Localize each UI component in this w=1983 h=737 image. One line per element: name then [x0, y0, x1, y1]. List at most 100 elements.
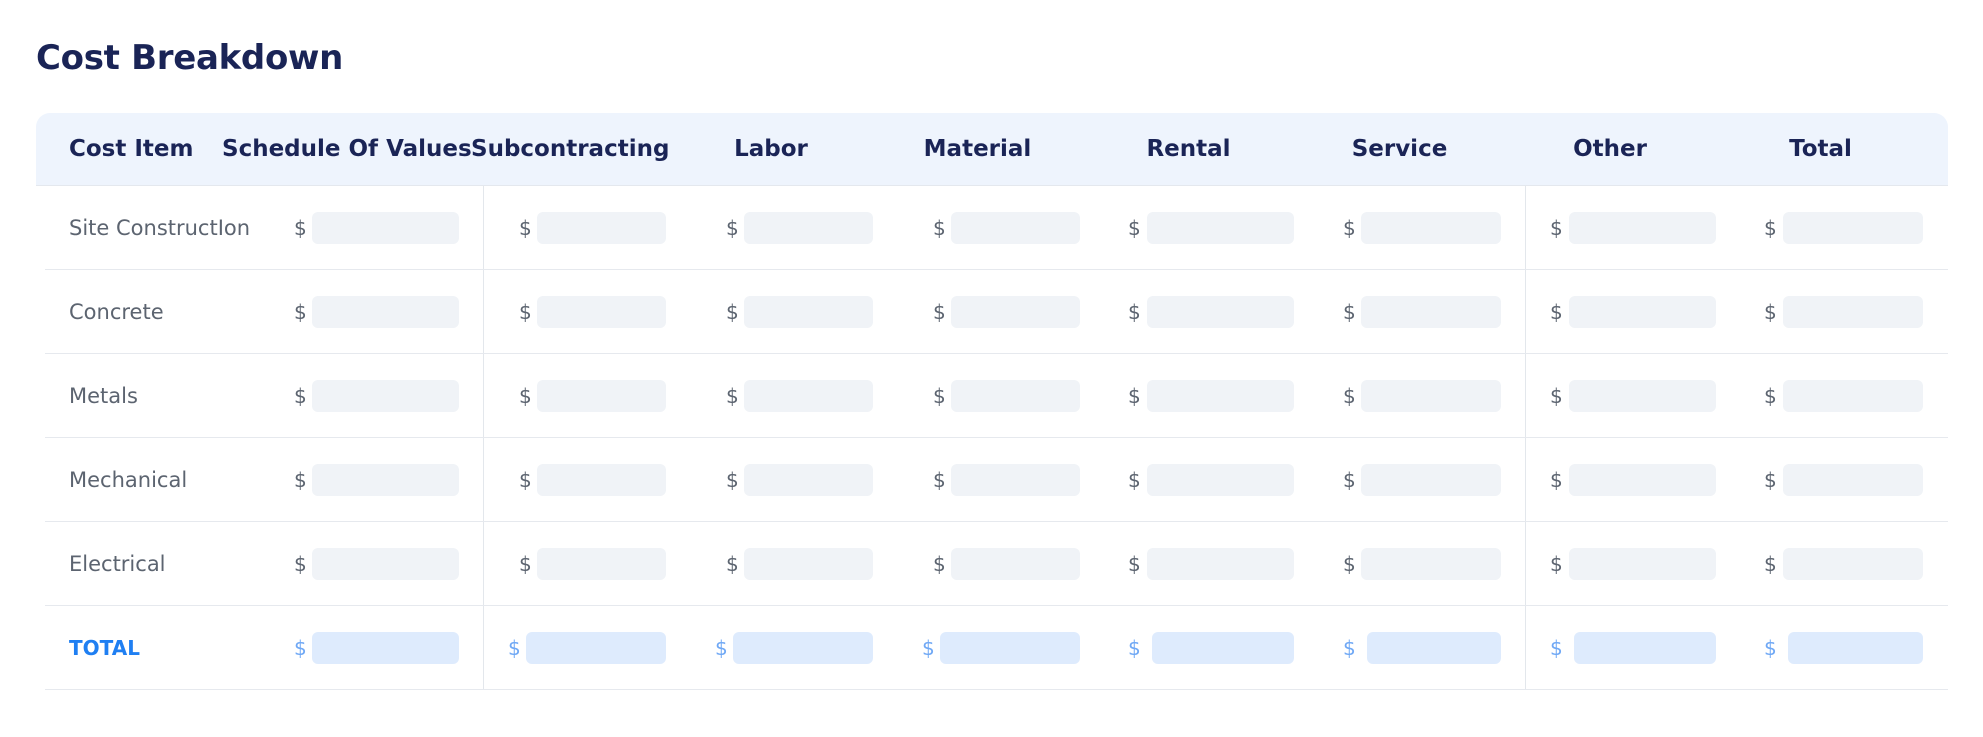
currency-symbol: $	[508, 635, 521, 660]
cell-schedule-of-values: $	[294, 354, 519, 437]
other-input[interactable]	[1569, 547, 1716, 580]
currency-symbol: $	[933, 215, 946, 240]
schedule-of-values-input[interactable]	[312, 211, 459, 244]
cell-labor: $	[715, 606, 922, 689]
rental-input[interactable]	[1147, 463, 1294, 496]
service-input[interactable]	[1361, 211, 1501, 244]
subcontracting-input[interactable]	[537, 295, 666, 328]
schedule-of-values-input[interactable]	[312, 295, 459, 328]
header-service: Service	[1351, 136, 1448, 162]
material-input[interactable]	[951, 547, 1080, 580]
cell-schedule-of-values: $	[294, 606, 508, 689]
total-subcontracting-input[interactable]	[526, 631, 666, 664]
subcontracting-input[interactable]	[537, 547, 666, 580]
cell-other: $	[1550, 270, 1764, 353]
service-input[interactable]	[1361, 379, 1501, 412]
subcontracting-input[interactable]	[537, 211, 666, 244]
total-material-input[interactable]	[940, 631, 1080, 664]
total-input[interactable]	[1783, 463, 1923, 496]
currency-symbol: $	[1764, 215, 1777, 240]
material-input[interactable]	[951, 379, 1080, 412]
other-input[interactable]	[1569, 463, 1716, 496]
cost-table: Cost Item Schedule Of Values Subcontract…	[36, 113, 1948, 690]
total-rental-input[interactable]	[1152, 631, 1294, 664]
schedule-of-values-input[interactable]	[312, 463, 459, 496]
header-cost-item: Cost Item	[69, 136, 194, 162]
rental-input[interactable]	[1147, 211, 1294, 244]
currency-symbol: $	[519, 467, 532, 492]
cell-material: $	[933, 522, 1128, 605]
subcontracting-input[interactable]	[537, 379, 666, 412]
currency-symbol: $	[933, 299, 946, 324]
cell-subcontracting: $	[519, 522, 726, 605]
labor-input[interactable]	[744, 295, 873, 328]
material-input[interactable]	[951, 211, 1080, 244]
service-input[interactable]	[1361, 547, 1501, 580]
currency-symbol: $	[726, 299, 739, 324]
currency-symbol: $	[294, 215, 307, 240]
service-input[interactable]	[1361, 463, 1501, 496]
total-labor-input[interactable]	[733, 631, 873, 664]
rental-input[interactable]	[1147, 547, 1294, 580]
currency-symbol: $	[1343, 299, 1356, 324]
currency-symbol: $	[726, 551, 739, 576]
total-input[interactable]	[1783, 547, 1923, 580]
currency-symbol: $	[1128, 299, 1141, 324]
service-input[interactable]	[1361, 295, 1501, 328]
currency-symbol: $	[1550, 215, 1563, 240]
page-title: Cost Breakdown	[36, 38, 344, 78]
currency-symbol: $	[294, 383, 307, 408]
cell-labor: $	[726, 186, 933, 269]
cost-item-label: Site ConstructIon	[69, 215, 251, 240]
cell-service: $	[1343, 522, 1550, 605]
labor-input[interactable]	[744, 379, 873, 412]
other-input[interactable]	[1569, 379, 1716, 412]
total-input[interactable]	[1783, 211, 1923, 244]
schedule-of-values-input[interactable]	[312, 547, 459, 580]
currency-symbol: $	[1128, 215, 1141, 240]
cell-service: $	[1343, 606, 1550, 689]
cell-service: $	[1343, 438, 1550, 521]
currency-symbol: $	[1764, 467, 1777, 492]
header-labor: Labor	[734, 136, 808, 162]
currency-symbol: $	[1550, 551, 1563, 576]
total-total-input[interactable]	[1788, 631, 1923, 664]
cell-subcontracting: $	[519, 438, 726, 521]
cell-other: $	[1550, 606, 1764, 689]
cell-labor: $	[726, 438, 933, 521]
material-input[interactable]	[951, 463, 1080, 496]
total-other-input[interactable]	[1574, 631, 1716, 664]
rental-input[interactable]	[1147, 295, 1294, 328]
total-label: TOTAL	[69, 635, 140, 660]
header-total: Total	[1789, 136, 1852, 162]
total-input[interactable]	[1783, 379, 1923, 412]
total-service-input[interactable]	[1367, 631, 1501, 664]
material-input[interactable]	[951, 295, 1080, 328]
cell-material: $	[933, 186, 1128, 269]
cell-subcontracting: $	[508, 606, 715, 689]
currency-symbol: $	[726, 383, 739, 408]
currency-symbol: $	[922, 635, 935, 660]
currency-symbol: $	[933, 551, 946, 576]
other-input[interactable]	[1569, 295, 1716, 328]
labor-input[interactable]	[744, 211, 873, 244]
currency-symbol: $	[1550, 299, 1563, 324]
cell-other: $	[1550, 522, 1764, 605]
currency-symbol: $	[294, 551, 307, 576]
currency-symbol: $	[1128, 467, 1141, 492]
table-body: Site ConstructIon $ $ $ $ $ $ $ $ Concrete $ $ $ $ $ $ $…	[36, 186, 1948, 690]
cell-service: $	[1343, 186, 1550, 269]
total-input[interactable]	[1783, 295, 1923, 328]
other-input[interactable]	[1569, 211, 1716, 244]
currency-symbol: $	[726, 215, 739, 240]
total-schedule-of-values-input[interactable]	[312, 631, 459, 664]
currency-symbol: $	[1128, 383, 1141, 408]
schedule-of-values-input[interactable]	[312, 379, 459, 412]
cell-subcontracting: $	[519, 354, 726, 437]
labor-input[interactable]	[744, 547, 873, 580]
currency-symbol: $	[715, 635, 728, 660]
labor-input[interactable]	[744, 463, 873, 496]
currency-symbol: $	[1550, 467, 1563, 492]
rental-input[interactable]	[1147, 379, 1294, 412]
subcontracting-input[interactable]	[537, 463, 666, 496]
